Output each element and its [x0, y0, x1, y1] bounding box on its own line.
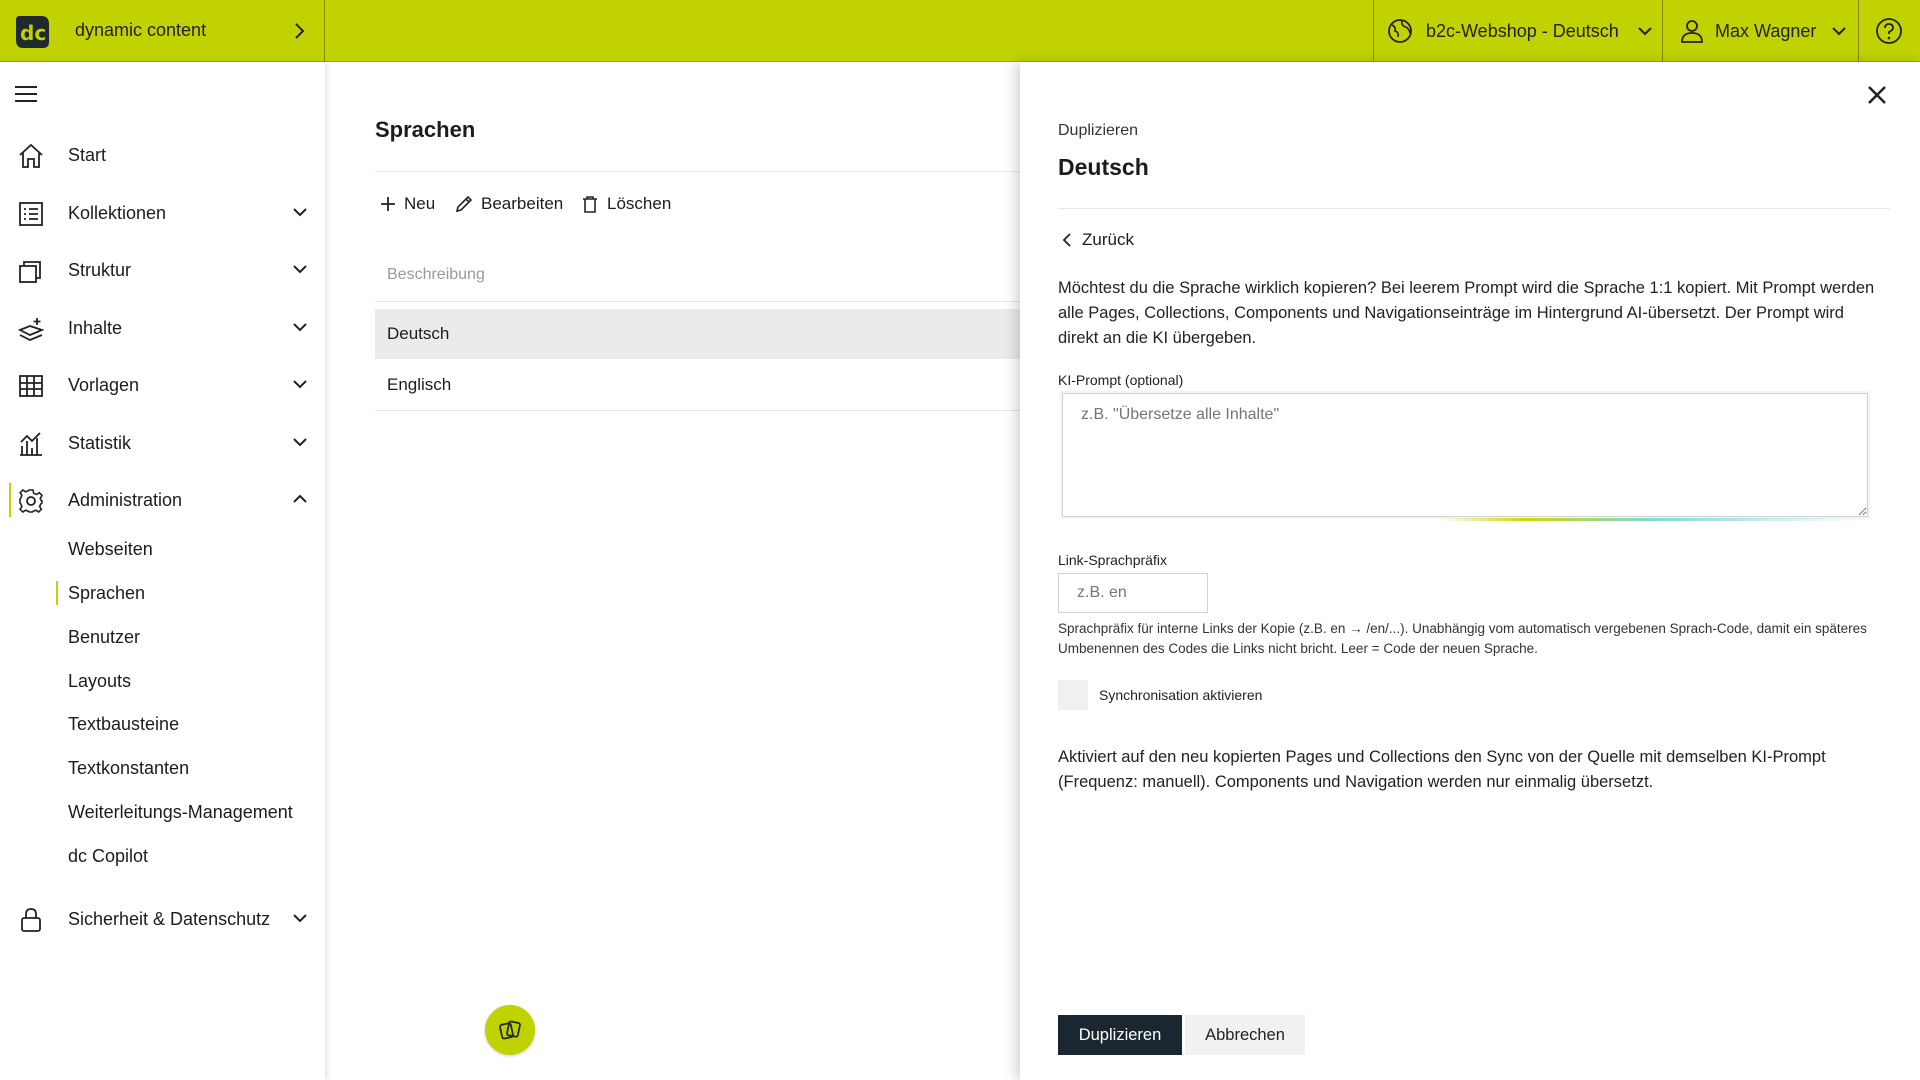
dc-logo: dc: [13, 12, 51, 50]
sidebar-item-statistik[interactable]: Statistik: [0, 420, 325, 466]
site-selector-label: b2c-Webshop - Deutsch: [1426, 21, 1619, 41]
delete-button[interactable]: Löschen: [581, 194, 671, 214]
grid-icon: [17, 372, 45, 400]
chevron-down-icon: [292, 436, 308, 448]
chevron-down-icon: [292, 912, 308, 924]
prefix-hint: Sprachpräfix für interne Links der Kopie…: [1058, 621, 1867, 656]
sidebar-item-label: Statistik: [68, 433, 132, 453]
duplicate-drawer: Duplizieren Deutsch Zurück Möchtest du d…: [1020, 62, 1920, 1080]
chevron-up-icon: [292, 493, 308, 505]
chart-icon: [17, 430, 45, 458]
main-content: Sprachen Neu Bearbeiten Löschen Beschrei…: [325, 62, 1020, 1080]
divider: [375, 171, 1020, 172]
divider: [375, 410, 1020, 411]
sidebar-subitem-textkonstanten[interactable]: Textkonstanten: [68, 758, 189, 779]
chevron-right-icon: [292, 22, 306, 40]
user-name: Max Wagner: [1715, 21, 1817, 41]
duplicate-description: Möchtest du die Sprache wirklich kopiere…: [1058, 279, 1875, 347]
sidebar-item-label: Kollektionen: [68, 203, 167, 223]
sync-description: Aktiviert auf den neu kopierten Pages un…: [1058, 748, 1826, 791]
sidebar-item-kollektionen[interactable]: Kollektionen: [0, 190, 325, 236]
sidebar-item-label: Sicherheit & Datenschutz: [68, 909, 271, 929]
globe-icon: [1387, 18, 1413, 44]
sidebar-subitem-benutzer[interactable]: Benutzer: [68, 627, 140, 648]
table-row[interactable]: Deutsch: [375, 309, 1020, 359]
lock-icon: [17, 906, 45, 934]
chevron-down-icon: [292, 206, 308, 218]
home-icon: [17, 142, 45, 170]
divider: [1058, 208, 1890, 209]
chevron-left-icon: [1062, 233, 1072, 247]
table-cell: Englisch: [387, 375, 452, 394]
prefix-label: Link-Sprachpräfix: [1058, 552, 1167, 568]
chevron-down-icon: [292, 378, 308, 390]
plus-icon: [380, 196, 396, 212]
sidebar-item-vorlagen[interactable]: Vorlagen: [0, 362, 325, 408]
edit-button[interactable]: Bearbeiten: [455, 194, 563, 214]
chevron-down-icon: [292, 263, 308, 275]
new-button[interactable]: Neu: [380, 194, 435, 214]
sidebar: Start Kollektionen Struktur Inhalte Vorl…: [0, 62, 325, 1080]
new-button-label: Neu: [404, 194, 436, 213]
column-header-description[interactable]: Beschreibung: [387, 266, 485, 284]
sidebar-item-label: Struktur: [68, 260, 132, 280]
divider: [375, 301, 1020, 302]
sidebar-item-administration[interactable]: Administration: [0, 477, 325, 523]
copilot-button[interactable]: [485, 1005, 535, 1055]
top-bar: dc dynamic content b2c-Webshop - Deutsch…: [0, 0, 1920, 62]
list-icon: [17, 200, 45, 228]
gear-icon: [17, 487, 45, 515]
drawer-subtitle: Duplizieren: [1058, 122, 1139, 139]
sidebar-item-label: Vorlagen: [68, 375, 140, 395]
sidebar-item-sicherheit[interactable]: Sicherheit & Datenschutz: [0, 896, 325, 942]
cancel-button[interactable]: Abbrechen: [1185, 1015, 1305, 1055]
sidebar-subitem-webseiten[interactable]: Webseiten: [68, 539, 153, 560]
user-menu[interactable]: Max Wagner: [1663, 0, 1859, 62]
sidebar-subitem-dc-copilot[interactable]: dc Copilot: [68, 846, 148, 867]
help-icon: [1875, 17, 1903, 45]
sidebar-item-label: Start: [68, 145, 107, 165]
chevron-down-icon: [1831, 25, 1847, 37]
sidebar-subitem-textbausteine[interactable]: Textbausteine: [68, 714, 179, 735]
pencil-icon: [455, 195, 473, 213]
copilot-icon: [498, 1018, 522, 1042]
prefix-input[interactable]: [1058, 573, 1208, 613]
table-cell: Deutsch: [387, 324, 450, 343]
drawer-title: Deutsch: [1058, 154, 1149, 180]
close-icon[interactable]: [1866, 84, 1888, 106]
sidebar-item-start[interactable]: Start: [0, 132, 325, 178]
page-title: Sprachen: [375, 117, 476, 142]
sidebar-subitem-weiterleitungs-management[interactable]: Weiterleitungs-Management: [68, 802, 293, 823]
sidebar-item-struktur[interactable]: Struktur: [0, 247, 325, 293]
trash-icon: [581, 195, 599, 213]
duplicate-button[interactable]: Duplizieren: [1058, 1015, 1182, 1055]
menu-icon[interactable]: [14, 84, 38, 104]
sidebar-item-label: Administration: [68, 490, 183, 510]
layers-icon: [17, 257, 45, 285]
sidebar-item-label: Inhalte: [68, 318, 123, 338]
sync-checkbox-label[interactable]: Synchronisation aktivieren: [1099, 687, 1262, 703]
chevron-down-icon: [292, 321, 308, 333]
edit-button-label: Bearbeiten: [481, 194, 564, 213]
chevron-down-icon: [1637, 25, 1653, 37]
ai-glow-decoration: [1440, 518, 1860, 521]
user-icon: [1679, 18, 1705, 44]
sidebar-subitem-layouts[interactable]: Layouts: [68, 671, 131, 692]
site-selector[interactable]: b2c-Webshop - Deutsch: [1373, 0, 1663, 62]
prompt-label: KI-Prompt (optional): [1058, 372, 1184, 388]
delete-button-label: Löschen: [607, 194, 672, 213]
back-link[interactable]: Zurück: [1062, 230, 1134, 250]
app-name: dynamic content: [75, 20, 207, 40]
sync-checkbox[interactable]: [1058, 680, 1088, 710]
sidebar-subitem-sprachen[interactable]: Sprachen: [55, 581, 145, 605]
back-link-label: Zurück: [1082, 230, 1134, 249]
table-row[interactable]: Englisch: [375, 360, 1020, 410]
content-icon: [17, 315, 45, 343]
svg-text:dc: dc: [20, 21, 46, 45]
app-switcher[interactable]: dc dynamic content: [0, 0, 325, 62]
help-button[interactable]: [1859, 0, 1920, 62]
prompt-textarea[interactable]: [1062, 393, 1868, 517]
sidebar-item-inhalte[interactable]: Inhalte: [0, 305, 325, 351]
